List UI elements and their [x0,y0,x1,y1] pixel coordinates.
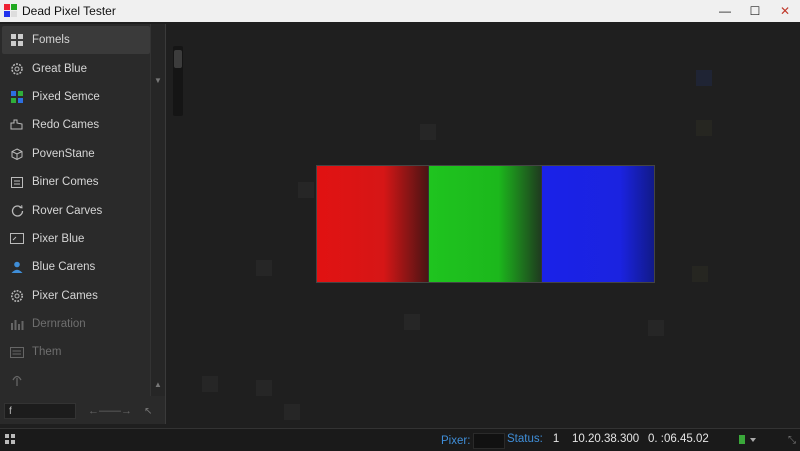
faint-pixel [648,320,664,336]
sidebar-item-label: Rover Carves [32,204,103,217]
refresh-icon [10,204,24,218]
green-bar [428,166,541,282]
color-squares-icon [10,90,24,104]
status-label: Status: [507,433,543,445]
faint-pixel [256,380,272,396]
faint-pixel [256,260,272,276]
sidebar-item-label: Great Blue [32,62,87,75]
blue-bar [540,166,654,282]
grid-icon [10,33,24,47]
panel-icon [10,175,24,189]
sidebar-item-blue-carens[interactable]: Blue Carens [2,253,150,281]
list-icon [10,345,24,359]
title-bar: Dead Pixel Tester — ☐ ✕ [0,0,800,22]
pin-icon [10,374,24,388]
window-title: Dead Pixel Tester [22,4,116,18]
sidebar-item-label: Dernration [32,318,86,331]
faint-pixel [696,120,712,136]
cursor-icon[interactable]: ↖ [144,406,152,417]
sidebar-item-redo-cames[interactable]: Redo Cames [2,111,150,139]
battery-dropdown-icon[interactable] [738,433,760,445]
faint-pixel [284,404,300,420]
hand-icon [10,118,24,132]
sidebar-scrollbar[interactable]: ▼ ▲ [150,24,165,396]
pixel-label: Pixer: [441,435,471,447]
sidebar-item-dernration[interactable]: Dernration [2,310,150,338]
sidebar-item-great-blue[interactable]: Great Blue [2,54,150,82]
sidebar-list: Fomels Great Blue Pixed Semce Redo Cames… [2,26,150,395]
minimize-button[interactable]: — [710,0,740,22]
layout-grid-icon[interactable] [5,434,15,447]
app-icon [4,4,18,18]
sidebar-item-label: Pixer Cames [32,289,98,302]
sidebar-item-label: Pixer Blue [32,232,85,245]
user-icon [10,260,24,274]
faint-pixel [404,314,420,330]
cube-icon [10,147,24,161]
scroll-down-arrow-icon[interactable]: ▼ [154,76,162,85]
sidebar-item-extra[interactable] [2,367,150,395]
resize-grip-icon[interactable]: ⤡ [788,435,796,446]
sidebar-item-them[interactable]: Them [2,338,150,366]
rgb-test-bars [316,165,655,283]
resize-arrows-icon[interactable]: ←——→ [88,405,132,417]
sidebar-item-label: Pixed Semce [32,90,100,103]
faint-pixel [202,376,218,392]
sidebar-item-rover-carves[interactable]: Rover Carves [2,196,150,224]
close-button[interactable]: ✕ [770,0,800,22]
scroll-up-arrow-icon[interactable]: ▲ [154,380,162,389]
sidebar-item-biner-comes[interactable]: Biner Comes [2,168,150,196]
monitor-icon [10,232,24,246]
faint-pixel [420,124,436,140]
sidebar-item-label: Fomels [32,34,70,47]
sidebar-item-label: Them [32,346,62,359]
faint-pixel [298,182,314,198]
sidebar-item-label: Redo Cames [32,119,100,132]
coordinate-readout: 10.20.38.300 [572,433,640,445]
sidebar-item-label: Biner Comes [32,176,99,189]
faint-pixel [696,70,712,86]
sidebar-item-pixed-semce[interactable]: Pixed Semce [2,83,150,111]
pixel-swatch [473,433,506,449]
sidebar-footer: f ←——→ ↖ [0,400,165,422]
sidebar-item-pixer-cames[interactable]: Pixer Cames [2,282,150,310]
sidebar-item-fomels[interactable]: Fomels [2,26,150,55]
sidebar-item-pixer-blue[interactable]: Pixer Blue [2,225,150,253]
maximize-button[interactable]: ☐ [740,0,770,22]
time-readout: 0. :06.45.02 [648,433,709,445]
status-value: 1 [552,433,560,445]
filter-input[interactable]: f [4,403,76,419]
sidebar: Fomels Great Blue Pixed Semce Redo Cames… [0,24,166,424]
sidebar-item-povenstane[interactable]: PovenStane [2,140,150,168]
bar-chart-icon [10,317,24,331]
sidebar-item-label: PovenStane [32,147,95,160]
faint-pixel [692,266,708,282]
red-bar [317,166,429,282]
sidebar-item-label: Blue Carens [32,261,96,274]
status-bar: Pixer: Status: 1 10.20.38.300 0. :06.45.… [0,428,800,451]
gear-icon [10,62,24,76]
settings-icon [10,289,24,303]
